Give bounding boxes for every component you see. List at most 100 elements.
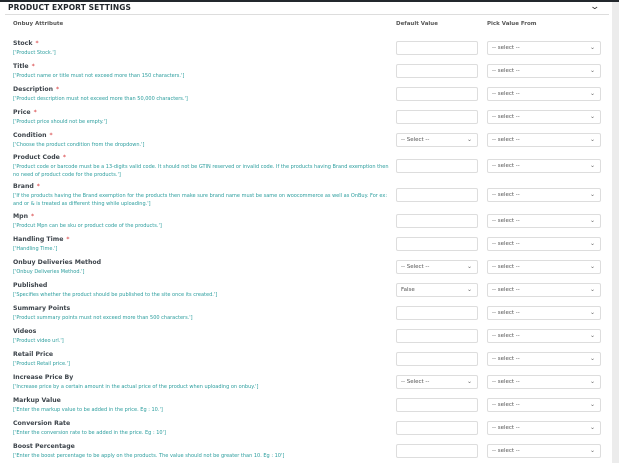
default-value-input[interactable] — [396, 63, 478, 78]
pick-value-select[interactable]: -- select -- ⌄ — [487, 328, 601, 343]
attribute-description: ['Prodcut Mpn can be sku or product code… — [13, 223, 162, 229]
attribute-name: Handling Time * — [13, 234, 393, 245]
pick-value-select[interactable]: -- select -- ⌄ — [487, 397, 601, 412]
attribute-name-text: Stock — [13, 40, 33, 47]
default-value-input[interactable] — [396, 187, 478, 202]
attribute-name: Boost Percentage — [13, 441, 393, 452]
attribute-label-block: Product Code * ['Product code or barcode … — [13, 152, 393, 179]
chevron-down-icon: ⌄ — [589, 66, 595, 74]
attribute-name: Videos — [13, 326, 393, 337]
pick-value-select[interactable]: -- select -- ⌄ — [487, 158, 601, 173]
selected-value: -- select -- — [492, 286, 520, 293]
attribute-description: ['Enter the boost percentage to be apply… — [13, 453, 285, 459]
pick-value-select[interactable]: -- select -- ⌄ — [487, 132, 601, 147]
default-value-input[interactable] — [396, 236, 478, 251]
attribute-name-text: Onbuy Deliveries Method — [13, 259, 102, 266]
selected-value: -- select -- — [492, 263, 520, 270]
attribute-row: Retail Price ['Product Retail price.'] -… — [0, 347, 612, 370]
default-value-input[interactable] — [396, 213, 478, 228]
attribute-row: Title * ['Product name or title must not … — [0, 59, 612, 82]
default-value-input[interactable] — [396, 40, 478, 55]
selected-value: -- select -- — [492, 355, 520, 362]
required-asterisk: * — [49, 132, 53, 139]
default-value-select[interactable]: -- Select -- ⌄ — [396, 259, 478, 274]
attribute-label-block: Videos ['Product video url.'] — [13, 326, 393, 345]
selected-value: -- select -- — [492, 67, 520, 74]
default-value-input[interactable] — [396, 86, 478, 101]
chevron-down-icon: ⌄ — [589, 112, 595, 120]
pick-value-select[interactable]: -- select -- ⌄ — [487, 443, 601, 458]
required-asterisk: * — [62, 154, 66, 161]
pick-value-select[interactable]: -- select -- ⌄ — [487, 374, 601, 389]
chevron-down-icon: ⌄ — [589, 400, 595, 408]
chevron-down-icon: ⌄ — [589, 285, 595, 293]
attribute-label-block: Title * ['Product name or title must not … — [13, 61, 393, 80]
default-value-select[interactable]: False ⌄ — [396, 282, 478, 297]
attribute-description: ['Specifies whether the product should b… — [13, 292, 218, 298]
attribute-row: Markup Value ['Enter the markup value to… — [0, 393, 612, 416]
default-value-input[interactable] — [396, 397, 478, 412]
default-value-input[interactable] — [396, 443, 478, 458]
default-value-input[interactable] — [396, 305, 478, 320]
selected-value: -- select -- — [492, 44, 520, 51]
selected-value: -- select -- — [492, 217, 520, 224]
column-header-default: Default Value — [396, 21, 438, 27]
chevron-down-icon: ⌄ — [589, 135, 595, 143]
pick-value-select[interactable]: -- select -- ⌄ — [487, 63, 601, 78]
attribute-description: ['Product code or barcode must be a 13-d… — [13, 164, 389, 178]
chevron-down-icon[interactable]: ⌄ — [589, 2, 600, 12]
attribute-name: Markup Value — [13, 395, 393, 406]
attribute-description: ['Onbuy Deliveries Method.'] — [13, 269, 85, 275]
selected-value: -- Select -- — [401, 378, 430, 385]
selected-value: -- select -- — [492, 90, 520, 97]
chevron-down-icon: ⌄ — [466, 135, 472, 143]
attribute-row: Product Code * ['Product code or barcode … — [0, 151, 612, 180]
attribute-name: Conversion Rate — [13, 418, 393, 429]
default-value-input[interactable] — [396, 351, 478, 366]
attribute-name: Brand * — [13, 181, 393, 192]
attribute-name: Stock * — [13, 38, 393, 49]
pick-value-select[interactable]: -- select -- ⌄ — [487, 351, 601, 366]
attribute-label-block: Brand * ['If the products having the Bran… — [13, 181, 393, 208]
chevron-down-icon: ⌄ — [466, 262, 472, 270]
attribute-name: Mpn * — [13, 211, 393, 222]
default-value-select[interactable]: -- Select -- ⌄ — [396, 374, 478, 389]
attribute-row: Price * ['Product price should not be emp… — [0, 105, 612, 128]
product-export-settings-panel: PRODUCT EXPORT SETTINGS ⌄ Onbuy Attribut… — [0, 2, 612, 463]
attribute-label-block: Boost Percentage ['Enter the boost perce… — [13, 441, 393, 460]
attribute-row: Condition * ['Choose the product conditio… — [0, 128, 612, 151]
attribute-row: Onbuy Deliveries Method ['Onbuy Deliveri… — [0, 255, 612, 278]
selected-value: -- select -- — [492, 136, 520, 143]
selected-value: -- select -- — [492, 447, 520, 454]
attribute-description: ['Enter the markup value to be added in … — [13, 407, 163, 413]
default-value-input[interactable] — [396, 328, 478, 343]
attribute-label-block: Condition * ['Choose the product conditio… — [13, 130, 393, 149]
page-background — [612, 2, 619, 463]
attribute-description: ['Product description must not exceed mo… — [13, 96, 188, 102]
selected-value: -- select -- — [492, 309, 520, 316]
default-value-select[interactable]: -- Select -- ⌄ — [396, 132, 478, 147]
pick-value-select[interactable]: -- select -- ⌄ — [487, 305, 601, 320]
attribute-name-text: Markup Value — [13, 397, 61, 404]
default-value-input[interactable] — [396, 109, 478, 124]
pick-value-select[interactable]: -- select -- ⌄ — [487, 40, 601, 55]
pick-value-select[interactable]: -- select -- ⌄ — [487, 187, 601, 202]
attribute-name-text: Increase Price By — [13, 374, 74, 381]
attribute-label-block: Price * ['Product price should not be emp… — [13, 107, 393, 126]
pick-value-select[interactable]: -- select -- ⌄ — [487, 109, 601, 124]
chevron-down-icon: ⌄ — [466, 377, 472, 385]
pick-value-select[interactable]: -- select -- ⌄ — [487, 236, 601, 251]
attribute-row: Brand * ['If the products having the Bran… — [0, 180, 612, 209]
default-value-input[interactable] — [396, 158, 478, 173]
pick-value-select[interactable]: -- select -- ⌄ — [487, 213, 601, 228]
pick-value-select[interactable]: -- select -- ⌄ — [487, 420, 601, 435]
attribute-name-text: Boost Percentage — [13, 443, 75, 450]
pick-value-select[interactable]: -- select -- ⌄ — [487, 86, 601, 101]
selected-value: -- Select -- — [401, 263, 430, 270]
attribute-row: Stock * ['Product Stock.'] -- select -- ⌄ — [0, 36, 612, 59]
attribute-label-block: Conversion Rate ['Enter the conversion r… — [13, 418, 393, 437]
attribute-description: ['Product name or title must not exceed … — [13, 73, 185, 79]
default-value-input[interactable] — [396, 420, 478, 435]
pick-value-select[interactable]: -- select -- ⌄ — [487, 259, 601, 274]
pick-value-select[interactable]: -- select -- ⌄ — [487, 282, 601, 297]
